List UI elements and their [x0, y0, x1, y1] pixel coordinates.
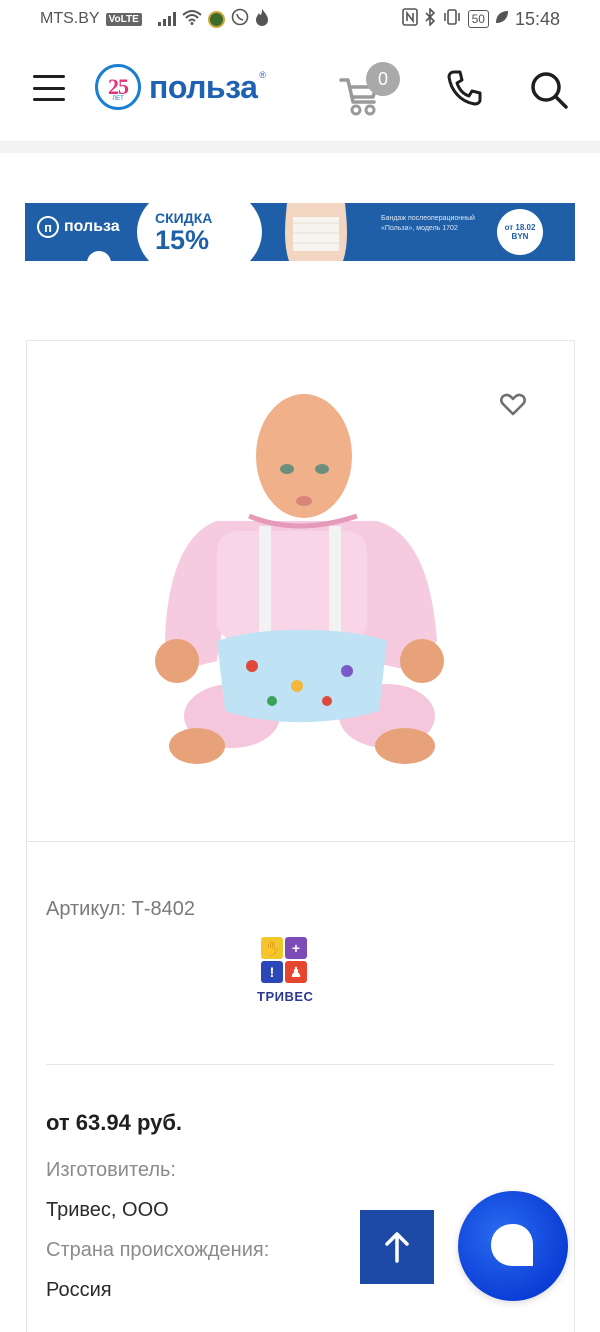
status-bar: MTS.BY VoLTE 50 15:48	[0, 0, 600, 38]
carrier-label: MTS.BY	[40, 10, 100, 27]
banner-price-badge: от 18.02 BYN	[497, 209, 543, 255]
registered-mark: ®	[259, 70, 266, 80]
carousel-indicator	[87, 251, 111, 261]
phone-icon[interactable]	[446, 69, 482, 107]
bluetooth-icon	[424, 6, 436, 31]
volte-badge: VoLTE	[105, 12, 142, 26]
brand-name: ТРИВЕС	[257, 989, 314, 1004]
menu-icon[interactable]	[33, 75, 65, 101]
site-logo[interactable]: 25 ЛЕТ польза ®	[95, 64, 266, 110]
country-label: Страна происхождения:	[46, 1239, 270, 1261]
promo-banner[interactable]: п польза СКИДКА 15% Бандаж послеоперацио…	[25, 203, 575, 261]
clock-time: 15:48	[514, 8, 560, 29]
anniversary-badge: 25 ЛЕТ	[95, 64, 141, 110]
product-price: от 63.94 руб.	[46, 1110, 183, 1135]
country-value: Россия	[46, 1279, 112, 1301]
brand-tile-plus-icon: +	[285, 937, 307, 959]
app-notification-icon	[207, 10, 225, 28]
leaf-icon	[495, 10, 509, 29]
manufacturer-label: Изготовитель:	[46, 1159, 176, 1181]
flame-icon	[255, 8, 269, 31]
scroll-to-top-button[interactable]	[360, 1210, 434, 1284]
viber-icon	[231, 8, 249, 31]
banner-description: Бандаж послеоперационный «Польза», модел…	[381, 215, 475, 232]
brand-logo[interactable]: ✋ + ! ♟ ТРИВЕС	[257, 937, 317, 1007]
product-card: Артикул: Т-8402 ✋ + ! ♟ ТРИВЕС от 63.94 …	[26, 340, 575, 1332]
chat-button[interactable]	[458, 1191, 568, 1301]
product-image-area[interactable]	[27, 341, 574, 842]
section-divider	[46, 1064, 554, 1065]
battery-indicator: 50	[467, 10, 489, 28]
cart-count-badge: 0	[366, 62, 400, 96]
arrow-up-icon	[385, 1232, 409, 1263]
banner-logo: п польза	[37, 216, 120, 238]
search-icon[interactable]	[529, 70, 569, 110]
banner-model-image	[285, 203, 347, 261]
promo-label: СКИДКА	[155, 210, 213, 226]
product-image	[155, 394, 444, 764]
site-header: 25 ЛЕТ польза ® 0	[0, 38, 600, 140]
brand-tile-hand-icon: ✋	[261, 937, 283, 959]
promo-value: 15%	[155, 225, 210, 255]
chat-bubble-icon	[491, 1224, 533, 1266]
brand-tile-exclamation-icon: !	[261, 961, 283, 983]
signal-icon	[157, 12, 176, 26]
product-sku: Артикул: Т-8402	[46, 898, 196, 920]
wifi-icon	[182, 9, 202, 29]
nfc-icon	[401, 7, 418, 31]
header-divider	[0, 141, 600, 153]
favorite-heart-icon[interactable]	[500, 393, 526, 417]
logo-text: польза	[149, 68, 258, 105]
manufacturer-value: Тривес, ООО	[46, 1199, 169, 1221]
cart-button[interactable]: 0	[338, 62, 400, 116]
brand-tile-person-icon: ♟	[285, 961, 307, 983]
vibrate-icon	[442, 8, 462, 31]
